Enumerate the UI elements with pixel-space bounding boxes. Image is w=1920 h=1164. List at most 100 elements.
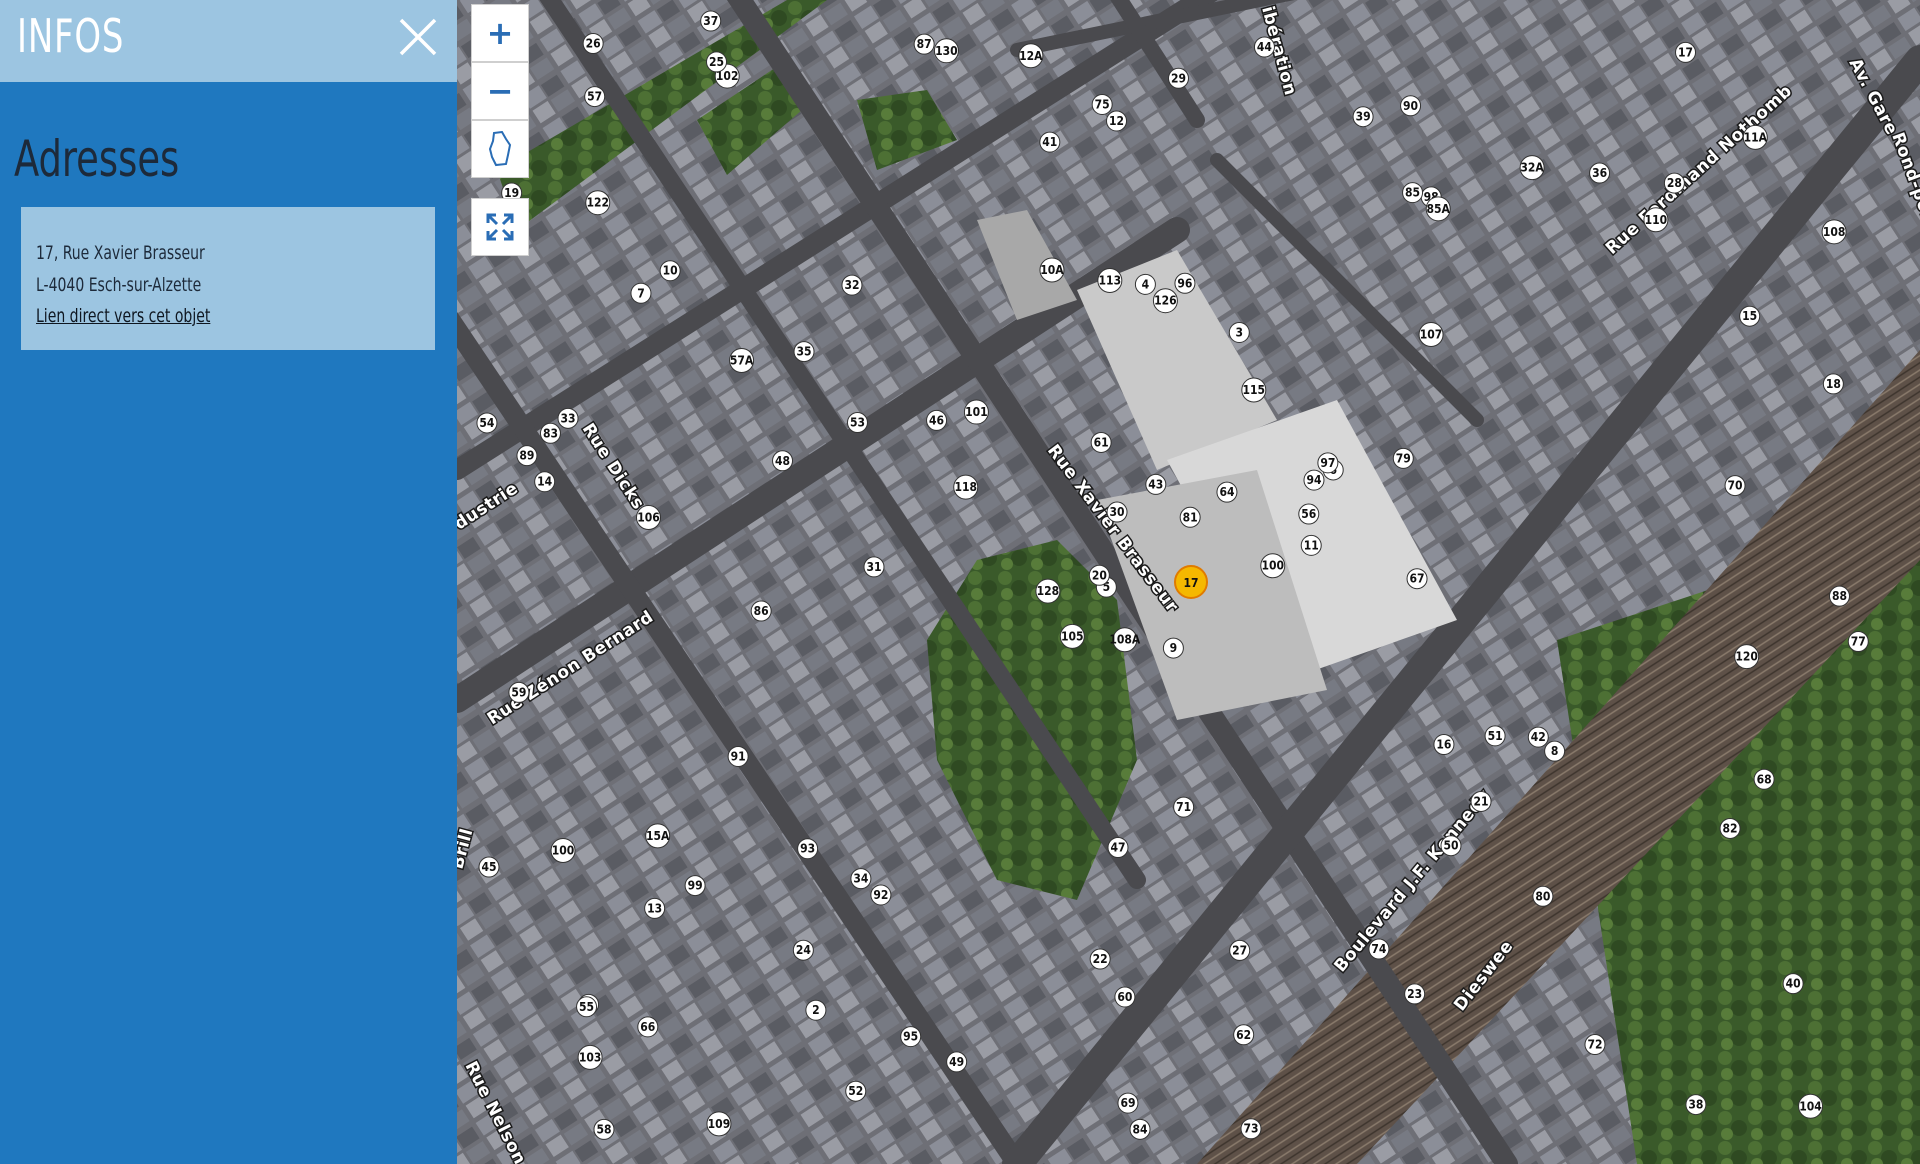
address-number-label: 2 xyxy=(812,1003,820,1017)
address-number-label: 49 xyxy=(949,1055,964,1069)
address-number-marker: 113 xyxy=(1097,268,1123,294)
address-number-label: 32 xyxy=(844,278,859,292)
address-number-label: 46 xyxy=(929,413,944,427)
address-number-label: 57A xyxy=(730,354,754,368)
address-number-marker: 10 xyxy=(659,260,681,282)
address-number-marker: 16 xyxy=(1433,734,1455,756)
address-number-label: 21 xyxy=(1474,794,1489,808)
address-number-label: 108A xyxy=(1109,633,1141,647)
address-number-label: 23 xyxy=(1407,987,1422,1001)
address-number-label: 24 xyxy=(796,943,812,957)
address-number-marker: 51 xyxy=(1484,725,1506,747)
address-number-label: 8 xyxy=(1551,744,1559,758)
address-number-label: 75 xyxy=(1095,98,1110,112)
zoom-in-button[interactable]: + xyxy=(471,4,529,62)
address-number-label: 3 xyxy=(1236,325,1244,339)
address-number-marker: 57 xyxy=(584,86,606,108)
address-number-label: 101 xyxy=(965,405,988,419)
address-number-marker: 29 xyxy=(1168,67,1190,89)
address-number-label: 105 xyxy=(1061,629,1084,643)
address-number-label: 108 xyxy=(1823,225,1846,239)
address-number-label: 55 xyxy=(579,1000,594,1014)
address-number-label: 7 xyxy=(637,286,645,300)
addresses-heading: Adresses xyxy=(14,130,180,188)
address-number-label: 26 xyxy=(586,37,601,51)
address-number-marker: 31 xyxy=(863,556,885,578)
address-number-marker: 105 xyxy=(1059,623,1085,649)
address-number-marker: 87 xyxy=(913,33,935,55)
address-number-marker: 130 xyxy=(933,38,959,64)
address-number-marker: 91 xyxy=(727,745,749,767)
address-number-label: 40 xyxy=(1786,977,1801,991)
selected-address-number: 17 xyxy=(1183,576,1198,590)
address-number-label: 29 xyxy=(1171,71,1186,85)
address-number-marker: 96 xyxy=(1174,272,1196,294)
address-number-marker: 93 xyxy=(797,838,819,860)
address-number-marker: 86 xyxy=(750,600,772,622)
address-number-label: 18 xyxy=(1826,377,1841,391)
address-number-label: 97 xyxy=(1320,456,1335,470)
address-number-marker: 17 xyxy=(1675,41,1697,63)
address-number-label: 44 xyxy=(1257,40,1273,54)
address-number-marker: 69 xyxy=(1117,1092,1139,1114)
address-number-label: 53 xyxy=(850,416,865,430)
address-number-marker: 84 xyxy=(1129,1118,1151,1140)
address-number-marker: 126 xyxy=(1152,288,1178,314)
address-number-marker: 39 xyxy=(1352,106,1374,128)
address-number-label: 73 xyxy=(1243,1122,1258,1136)
address-number-label: 36 xyxy=(1592,166,1607,180)
address-number-label: 15A xyxy=(646,829,670,843)
address-number-label: 128 xyxy=(1037,584,1060,598)
address-number-label: 87 xyxy=(917,37,932,51)
address-number-marker: 15 xyxy=(1739,305,1761,327)
address-number-label: 56 xyxy=(1301,507,1316,521)
address-number-label: 126 xyxy=(1154,294,1177,308)
address-number-marker: 44 xyxy=(1253,36,1275,58)
address-number-marker: 90 xyxy=(1400,95,1422,117)
address-number-label: 30 xyxy=(1110,505,1125,519)
address-number-marker: 61 xyxy=(1090,431,1112,453)
address-number-label: 64 xyxy=(1219,485,1235,499)
selected-address-marker[interactable]: 17 xyxy=(1174,565,1208,599)
address-number-label: 20 xyxy=(1092,568,1107,582)
address-number-label: 113 xyxy=(1099,274,1122,288)
address-number-marker: 81 xyxy=(1179,506,1201,528)
address-number-marker: 118 xyxy=(953,474,979,500)
address-number-marker: 106 xyxy=(635,505,661,531)
address-number-label: 39 xyxy=(1356,110,1371,124)
close-button[interactable] xyxy=(395,14,441,60)
address-number-marker: 33 xyxy=(557,407,579,429)
address-number-marker: 13 xyxy=(644,897,666,919)
address-number-marker: 57A xyxy=(729,348,755,374)
direct-link[interactable]: Lien direct vers cet objet xyxy=(36,305,210,327)
map-view[interactable]: Rue Xavier Brasseur Rue Zénon Bernard Ru… xyxy=(457,0,1920,1164)
address-number-marker: 35 xyxy=(793,341,815,363)
address-number-marker: 48 xyxy=(772,450,794,472)
aerial-map[interactable]: Rue Xavier Brasseur Rue Zénon Bernard Ru… xyxy=(457,0,1920,1164)
address-number-marker: 12A xyxy=(1018,43,1044,69)
country-extent-button[interactable] xyxy=(471,120,529,178)
fullscreen-button[interactable] xyxy=(471,198,529,256)
address-number-label: 4 xyxy=(1142,277,1150,291)
zoom-out-button[interactable]: − xyxy=(471,62,529,120)
address-number-marker: 75 xyxy=(1091,94,1113,116)
address-number-marker: 45 xyxy=(478,856,500,878)
address-number-marker: 54 xyxy=(476,412,498,434)
address-number-marker: 108 xyxy=(1821,219,1847,245)
address-number-label: 110 xyxy=(1645,213,1668,227)
address-number-marker: 10A xyxy=(1039,257,1065,283)
address-number-label: 52 xyxy=(848,1084,863,1098)
address-number-marker: 47 xyxy=(1107,837,1129,859)
address-number-label: 17 xyxy=(1678,45,1693,59)
address-number-label: 96 xyxy=(1177,276,1192,290)
address-number-marker: 18 xyxy=(1822,373,1844,395)
address-number-label: 15 xyxy=(1742,309,1757,323)
address-number-label: 70 xyxy=(1728,479,1743,493)
address-number-marker: 4 xyxy=(1134,273,1156,295)
address-number-marker: 73 xyxy=(1240,1118,1262,1140)
address-number-label: 13 xyxy=(647,901,662,915)
address-number-marker: 85 xyxy=(1402,182,1424,204)
address-number-label: 10A xyxy=(1040,263,1064,277)
address-number-label: 85 xyxy=(1405,186,1420,200)
address-number-label: 84 xyxy=(1133,1122,1149,1136)
